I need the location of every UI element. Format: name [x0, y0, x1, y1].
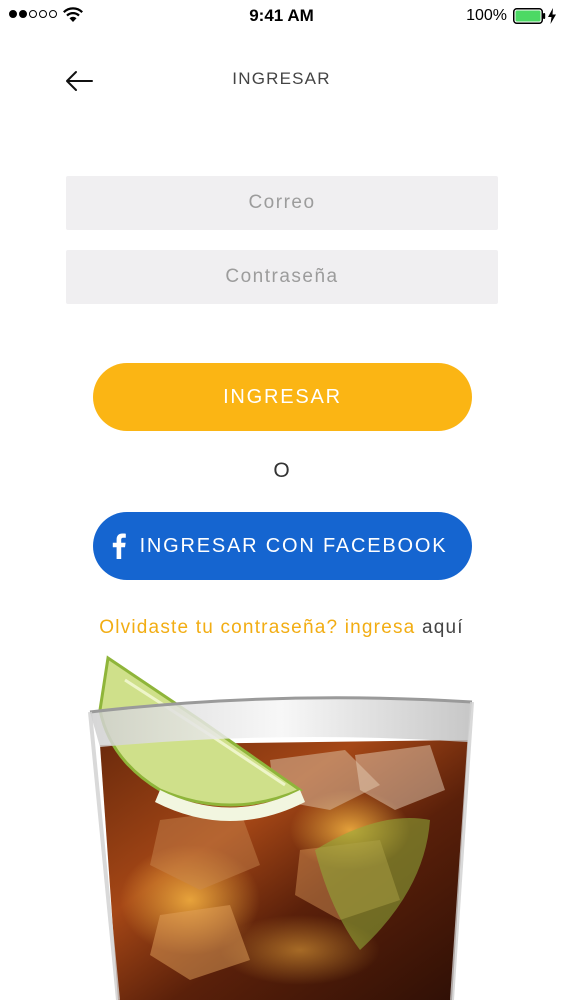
or-divider: O: [273, 459, 290, 482]
password-field[interactable]: [66, 250, 498, 304]
login-button[interactable]: INGRESAR: [93, 363, 472, 431]
email-field[interactable]: [66, 176, 498, 230]
drink-glass-image: [88, 655, 474, 1000]
page-title: INGRESAR: [232, 69, 331, 88]
battery-icon: [513, 8, 546, 24]
login-button-label: INGRESAR: [223, 385, 342, 408]
forgot-password-text: Olvidaste tu contraseña? ingresa: [99, 617, 416, 638]
facebook-login-button[interactable]: INGRESAR CON FACEBOOK: [93, 512, 472, 580]
facebook-icon: [112, 533, 126, 559]
status-bar: 9:41 AM 100%: [0, 0, 563, 34]
facebook-button-label: INGRESAR CON FACEBOOK: [139, 534, 448, 557]
bolt-icon: [548, 8, 556, 24]
battery-percentage: 100%: [466, 7, 507, 24]
login-screen: 9:41 AM 100% INGRESAR INGRESAR O INGRESA…: [0, 0, 563, 1000]
forgot-password-row: Olvidaste tu contraseña? ingresa aquí: [0, 617, 563, 639]
forgot-password-link[interactable]: aquí: [422, 617, 464, 638]
